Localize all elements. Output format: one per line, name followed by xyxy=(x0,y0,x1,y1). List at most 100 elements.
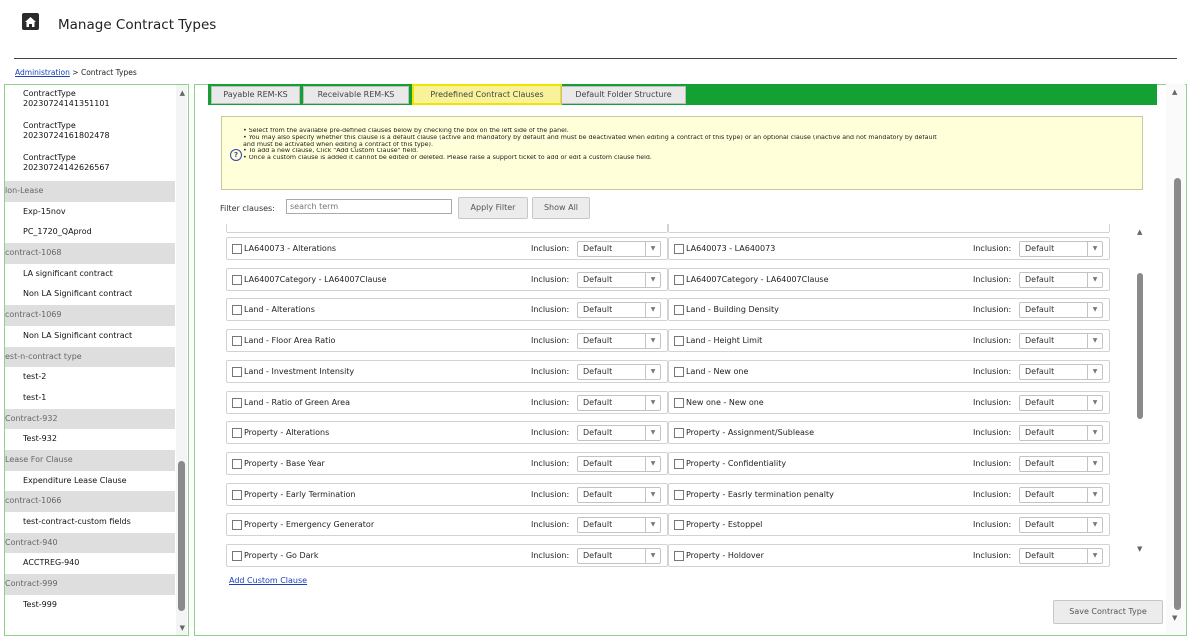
chevron-down-icon[interactable]: ▼ xyxy=(1087,456,1102,471)
clause-checkbox[interactable] xyxy=(674,336,684,347)
sidebar-item[interactable]: ContractType 20230724141351101 xyxy=(5,85,175,117)
tab-default-folder-structure[interactable]: Default Folder Structure xyxy=(561,86,686,104)
filter-search-input[interactable] xyxy=(286,199,452,214)
clause-checkbox[interactable] xyxy=(674,520,684,531)
sidebar-item[interactable]: test-contract-custom fields xyxy=(5,512,175,533)
chevron-down-icon[interactable]: ▼ xyxy=(1087,334,1102,349)
clause-checkbox[interactable] xyxy=(232,428,242,439)
chevron-down-icon[interactable]: ▼ xyxy=(645,334,660,349)
clause-checkbox[interactable] xyxy=(674,305,684,316)
sidebar-item[interactable]: Exp-15nov xyxy=(5,201,175,223)
tab-payable-rem-ks[interactable]: Payable REM-KS xyxy=(211,86,300,104)
sidebar-item[interactable]: test-2 xyxy=(5,367,175,388)
sidebar-item[interactable]: LA significant contract xyxy=(5,263,175,285)
scroll-down-icon[interactable]: ▼ xyxy=(180,624,185,632)
clause-checkbox[interactable] xyxy=(232,336,242,347)
sidebar-item[interactable]: ContractType 20230724161802478 xyxy=(5,117,175,149)
inclusion-select[interactable]: Default ▼ xyxy=(1019,394,1103,411)
chevron-down-icon[interactable]: ▼ xyxy=(1087,395,1102,410)
clause-checkbox[interactable] xyxy=(232,458,242,469)
chevron-down-icon[interactable]: ▼ xyxy=(645,456,660,471)
clause-checkbox[interactable] xyxy=(232,397,242,408)
clause-checkbox[interactable] xyxy=(232,274,242,285)
sidebar-item[interactable]: Non LA Significant contract xyxy=(5,284,175,306)
sidebar-item[interactable]: test-1 xyxy=(5,387,175,409)
clause-checkbox[interactable] xyxy=(232,520,242,531)
inclusion-select[interactable]: Default ▼ xyxy=(577,486,661,503)
show-all-button[interactable]: Show All xyxy=(532,197,590,219)
chevron-down-icon[interactable]: ▼ xyxy=(645,242,660,256)
inclusion-select[interactable]: Default ▼ xyxy=(577,363,661,380)
sidebar-item[interactable]: Expenditure Lease Clause xyxy=(5,470,175,492)
clause-checkbox[interactable] xyxy=(232,305,242,316)
scroll-up-icon[interactable]: ▲ xyxy=(1172,88,1177,96)
clause-grid-scroll-thumb[interactable] xyxy=(1137,273,1143,419)
chevron-down-icon[interactable]: ▼ xyxy=(645,518,660,533)
chevron-down-icon[interactable]: ▼ xyxy=(1087,487,1102,502)
save-contract-type-button[interactable]: Save Contract Type xyxy=(1053,600,1163,624)
inclusion-select[interactable]: Default ▼ xyxy=(577,333,661,350)
clause-checkbox[interactable] xyxy=(674,458,684,469)
scroll-up-icon[interactable]: ▲ xyxy=(1137,228,1142,236)
inclusion-select[interactable]: Default ▼ xyxy=(577,517,661,534)
inclusion-select[interactable]: Default ▼ xyxy=(577,302,661,319)
tab-predefined-contract-clauses[interactable]: Predefined Contract Clauses xyxy=(412,84,562,105)
clause-checkbox[interactable] xyxy=(232,551,242,561)
inclusion-select[interactable]: Default ▼ xyxy=(577,271,661,288)
clause-checkbox[interactable] xyxy=(674,366,684,377)
inclusion-select[interactable]: Default ▼ xyxy=(1019,363,1103,380)
chevron-down-icon[interactable]: ▼ xyxy=(1087,272,1102,287)
scroll-up-icon[interactable]: ▲ xyxy=(180,89,185,97)
sidebar-scroll-thumb[interactable] xyxy=(178,461,185,611)
sidebar-item[interactable]: Test-999 xyxy=(5,594,175,616)
clause-checkbox[interactable] xyxy=(232,489,242,500)
clause-checkbox[interactable] xyxy=(232,366,242,377)
home-icon[interactable] xyxy=(22,13,39,30)
sidebar-item[interactable]: Non LA Significant contract xyxy=(5,325,175,347)
sidebar-item[interactable]: PC_1720_QAprod xyxy=(5,222,175,244)
chevron-down-icon[interactable]: ▼ xyxy=(645,364,660,379)
inclusion-select[interactable]: Default ▼ xyxy=(1019,241,1103,257)
add-custom-clause-link[interactable]: Add Custom Clause xyxy=(229,576,307,585)
inclusion-select[interactable]: Default ▼ xyxy=(1019,486,1103,503)
sidebar-item[interactable]: Test-932 xyxy=(5,429,175,450)
clause-checkbox[interactable] xyxy=(674,428,684,439)
inclusion-select[interactable]: Default ▼ xyxy=(1019,271,1103,288)
sidebar-item[interactable]: ContractType 20230724142626567 xyxy=(5,149,175,181)
inclusion-select[interactable]: Default ▼ xyxy=(577,241,661,257)
chevron-down-icon[interactable]: ▼ xyxy=(645,426,660,441)
breadcrumb-link-administration[interactable]: Administration xyxy=(15,68,70,77)
inclusion-select[interactable]: Default ▼ xyxy=(577,455,661,472)
main-scroll-thumb[interactable] xyxy=(1174,178,1181,610)
clause-checkbox[interactable] xyxy=(674,244,684,254)
clause-checkbox[interactable] xyxy=(674,489,684,500)
inclusion-select[interactable]: Default ▼ xyxy=(1019,333,1103,350)
inclusion-select[interactable]: Default ▼ xyxy=(1019,425,1103,442)
chevron-down-icon[interactable]: ▼ xyxy=(645,303,660,318)
inclusion-select[interactable]: Default ▼ xyxy=(1019,455,1103,472)
chevron-down-icon[interactable]: ▼ xyxy=(645,395,660,410)
scroll-down-icon[interactable]: ▼ xyxy=(1172,614,1177,622)
inclusion-select[interactable]: Default ▼ xyxy=(1019,517,1103,534)
chevron-down-icon[interactable]: ▼ xyxy=(645,549,660,563)
scroll-down-icon[interactable]: ▼ xyxy=(1137,545,1142,553)
clause-checkbox[interactable] xyxy=(674,274,684,285)
chevron-down-icon[interactable]: ▼ xyxy=(1087,364,1102,379)
clause-checkbox[interactable] xyxy=(674,397,684,408)
chevron-down-icon[interactable]: ▼ xyxy=(1087,426,1102,441)
chevron-down-icon[interactable]: ▼ xyxy=(645,272,660,287)
inclusion-select[interactable]: Default ▼ xyxy=(1019,302,1103,319)
chevron-down-icon[interactable]: ▼ xyxy=(1087,518,1102,533)
clause-checkbox[interactable] xyxy=(232,244,242,254)
apply-filter-button[interactable]: Apply Filter xyxy=(458,197,528,219)
chevron-down-icon[interactable]: ▼ xyxy=(1087,303,1102,318)
sidebar-item[interactable]: ACCTREG-940 xyxy=(5,553,175,575)
inclusion-select[interactable]: Default ▼ xyxy=(577,394,661,411)
inclusion-select[interactable]: Default ▼ xyxy=(577,548,661,564)
clause-checkbox[interactable] xyxy=(674,551,684,561)
chevron-down-icon[interactable]: ▼ xyxy=(645,487,660,502)
tab-receivable-rem-ks[interactable]: Receivable REM-KS xyxy=(303,86,409,104)
chevron-down-icon[interactable]: ▼ xyxy=(1087,549,1102,563)
chevron-down-icon[interactable]: ▼ xyxy=(1087,242,1102,256)
inclusion-select[interactable]: Default ▼ xyxy=(1019,548,1103,564)
